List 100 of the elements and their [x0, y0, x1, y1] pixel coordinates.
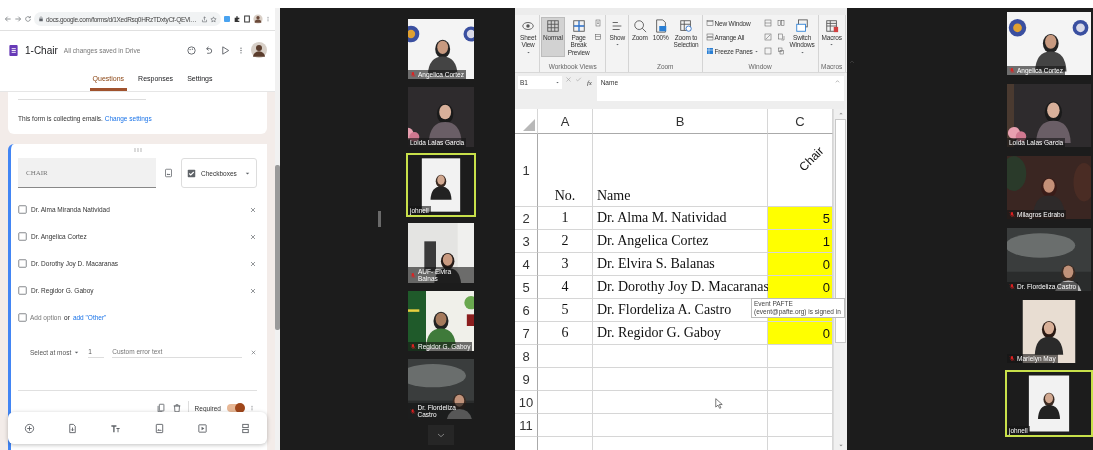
new-window-icon — [705, 19, 714, 27]
arrange-icon — [705, 33, 714, 41]
row-header[interactable]: 7 — [515, 322, 538, 345]
puzzle-icon[interactable] — [233, 15, 241, 23]
import-icon[interactable] — [67, 422, 79, 434]
image-icon[interactable] — [153, 422, 165, 434]
scroll-up-icon — [837, 111, 844, 116]
side-by-side-icon — [776, 19, 785, 27]
enter-icon[interactable] — [575, 76, 582, 83]
section-icon[interactable] — [239, 422, 251, 434]
magnifier-icon — [632, 19, 647, 33]
image-icon[interactable] — [164, 168, 173, 178]
checkbox[interactable] — [18, 205, 27, 214]
grid-icon — [545, 19, 560, 33]
unhide-icon — [763, 47, 772, 55]
checkbox[interactable] — [18, 232, 27, 241]
row-header[interactable]: 5 — [515, 276, 538, 299]
table-cell — [538, 391, 593, 414]
collapse-icon[interactable] — [848, 59, 855, 65]
row-header[interactable]: 3 — [515, 230, 538, 253]
zoom-selection-icon — [679, 19, 694, 33]
checkbox[interactable] — [18, 313, 27, 322]
table-cell: 2 — [538, 230, 593, 253]
checkbox[interactable] — [18, 286, 27, 295]
table-cell: Name — [593, 134, 768, 207]
row-header[interactable]: 11 — [515, 414, 538, 437]
table-cell: 6 — [538, 322, 593, 345]
table-cell — [538, 368, 593, 391]
grid-page-icon — [571, 19, 586, 33]
window-icon[interactable] — [243, 15, 251, 23]
ribbon-button[interactable] — [761, 31, 774, 43]
table-cell: 1 — [768, 230, 833, 253]
caret-icon — [555, 80, 560, 85]
reload-icon[interactable] — [24, 15, 32, 23]
drag-handle-icon[interactable] — [133, 148, 142, 152]
star-icon[interactable] — [210, 15, 217, 23]
close-icon[interactable] — [249, 259, 257, 268]
ribbon-button[interactable] — [761, 17, 774, 29]
freeze-panes-icon — [705, 47, 714, 55]
ribbon-button[interactable] — [761, 45, 774, 57]
forms-icon — [8, 42, 19, 58]
back-icon[interactable] — [4, 15, 12, 23]
chevron-down-icon — [437, 432, 445, 438]
add-question-icon[interactable] — [24, 422, 36, 434]
column-header[interactable]: B — [593, 109, 768, 134]
switch-windows-icon — [795, 19, 810, 33]
row-header[interactable]: 6 — [515, 299, 538, 322]
close-icon[interactable] — [250, 348, 257, 356]
avatar-icon[interactable] — [253, 14, 263, 24]
table-cell: 4 — [538, 276, 593, 299]
checkbox[interactable] — [18, 259, 27, 268]
close-icon[interactable] — [249, 286, 257, 295]
table-cell: No. — [538, 134, 593, 207]
scrollbar[interactable] — [833, 109, 847, 450]
table-cell: 0 — [768, 322, 833, 345]
row-header[interactable]: 8 — [515, 345, 538, 368]
table-cell — [538, 345, 593, 368]
copy-icon[interactable] — [155, 403, 166, 413]
custom-view-icon — [594, 33, 603, 41]
trash-icon[interactable] — [171, 403, 182, 413]
table-cell: 5 — [538, 299, 593, 322]
row-header[interactable]: 4 — [515, 253, 538, 276]
form-title: 1-Chair — [25, 44, 58, 56]
row-header[interactable]: 1 — [515, 134, 538, 207]
palette-icon[interactable] — [186, 44, 197, 56]
table-cell: Dr. Regidor G. Gaboy — [593, 322, 768, 345]
split-icon — [763, 19, 772, 27]
row-header[interactable]: 9 — [515, 368, 538, 391]
share-icon[interactable] — [201, 15, 208, 23]
table-cell: 0 — [768, 276, 833, 299]
checkbox-icon — [187, 168, 196, 178]
cancel-icon[interactable] — [565, 76, 572, 83]
page-icon — [594, 19, 603, 27]
ribbon-button[interactable] — [774, 17, 787, 29]
send-icon[interactable] — [220, 44, 231, 56]
close-icon[interactable] — [249, 205, 257, 214]
row-header[interactable]: 10 — [515, 391, 538, 414]
select-all-corner[interactable] — [523, 119, 535, 131]
expand-icon[interactable] — [835, 79, 840, 84]
hide-icon — [763, 33, 772, 41]
video-icon[interactable] — [196, 422, 208, 434]
forward-icon[interactable] — [14, 15, 22, 23]
title-icon[interactable] — [110, 422, 122, 434]
column-header[interactable]: A — [538, 109, 593, 134]
row-header[interactable]: 2 — [515, 207, 538, 230]
lock-icon — [38, 16, 44, 22]
sync-scroll-icon — [776, 33, 785, 41]
table-cell: 0 — [768, 253, 833, 276]
zoom-page-icon — [653, 19, 668, 33]
avatar-icon[interactable] — [251, 42, 267, 58]
scrollbar[interactable] — [275, 8, 280, 450]
table-cell: 1 — [538, 207, 593, 230]
table-cell: 3 — [538, 253, 593, 276]
resize-handle[interactable] — [378, 211, 381, 227]
table-cell: 5 — [768, 207, 833, 230]
eye-icon — [521, 19, 535, 33]
table-cell — [538, 414, 593, 437]
reset-position-icon — [776, 47, 785, 55]
close-icon[interactable] — [249, 232, 257, 241]
macros-icon — [824, 19, 839, 33]
